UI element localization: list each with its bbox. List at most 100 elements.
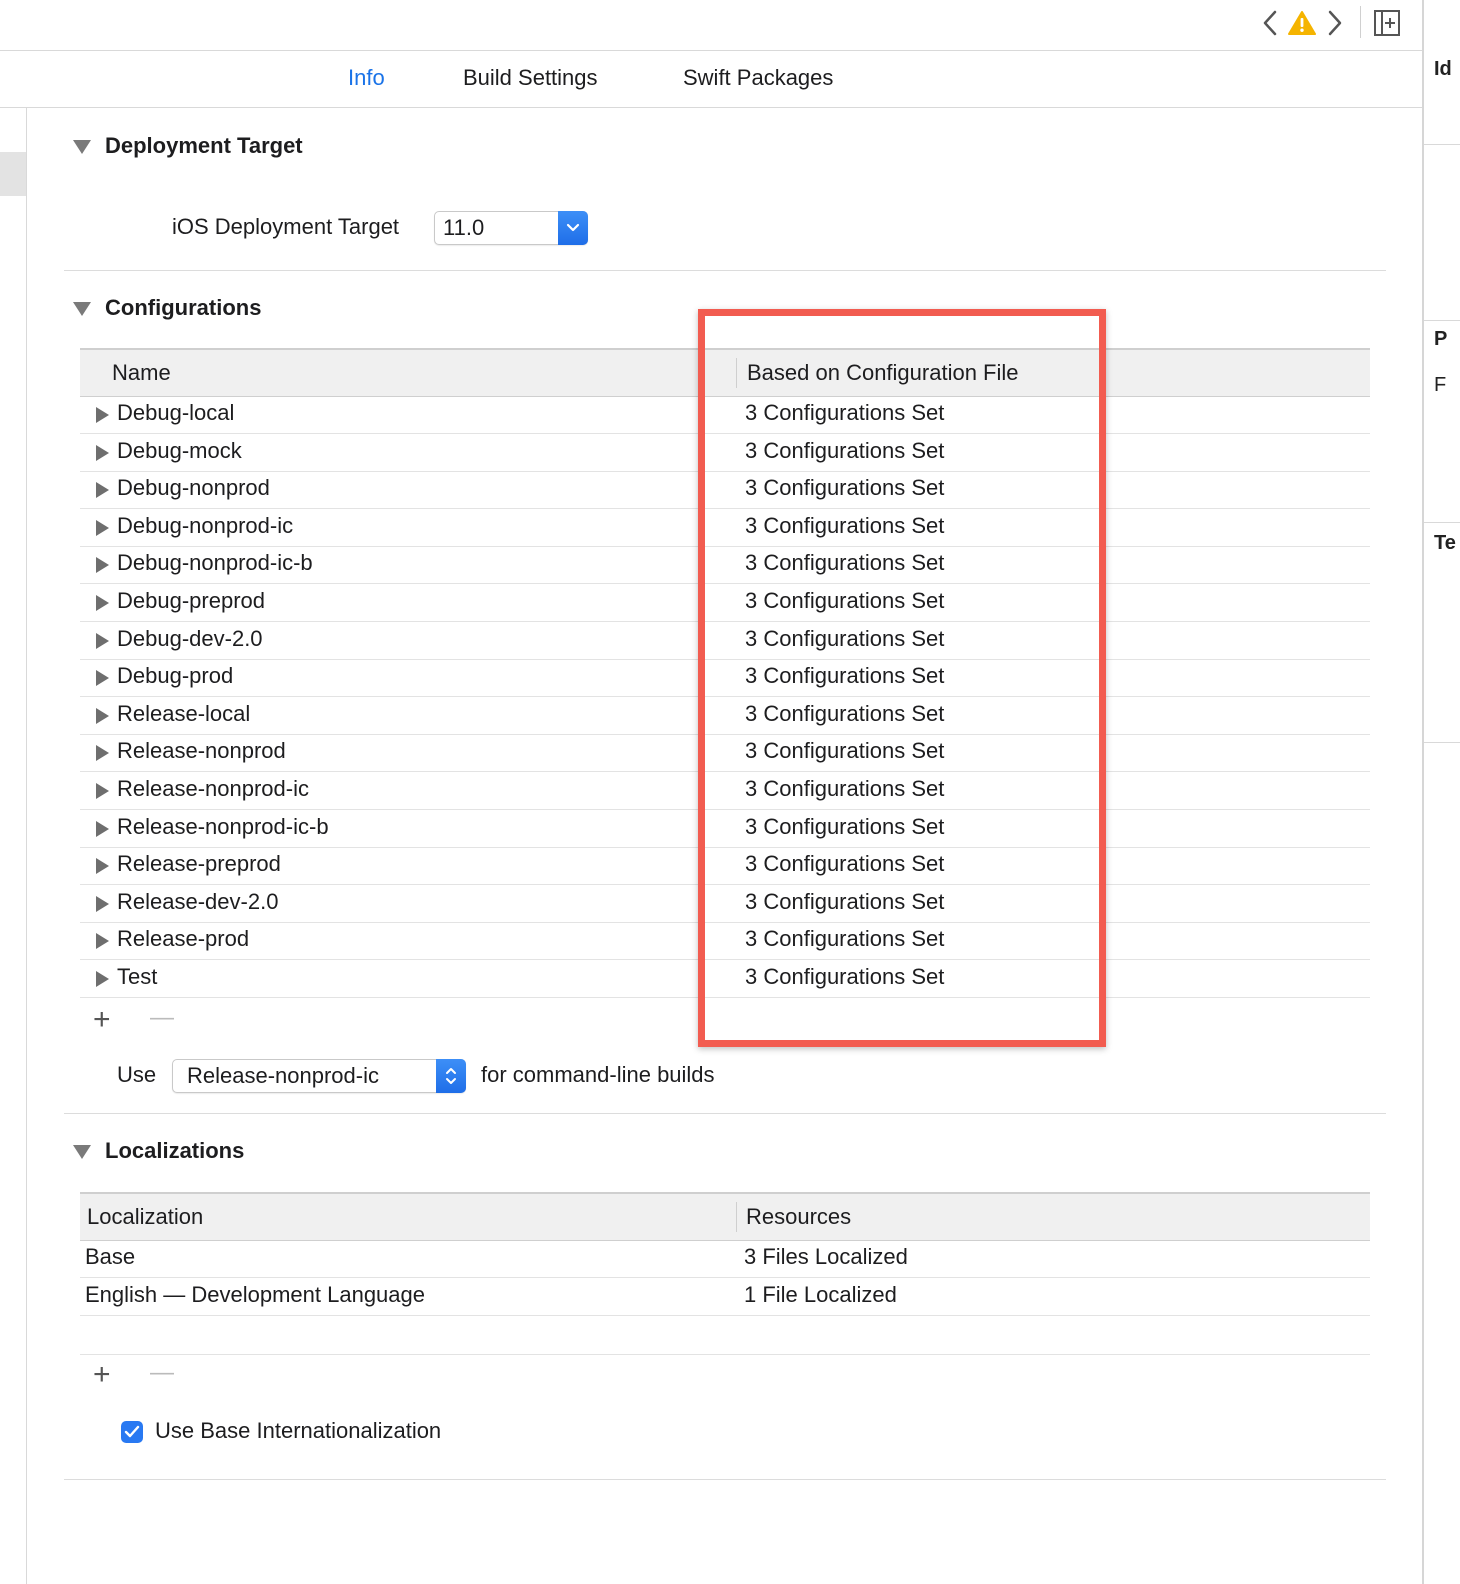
selected-target-item[interactable] (0, 152, 26, 196)
ios-deployment-target-value: 11.0 (443, 215, 485, 240)
configuration-name: Debug-local (117, 400, 235, 425)
configuration-name: Release-dev-2.0 (117, 888, 279, 914)
localization-row[interactable]: English — Development Language 1 File Lo… (80, 1278, 1370, 1316)
inspector-text: F (1434, 374, 1447, 396)
toolbar-divider (1360, 6, 1361, 38)
configuration-file[interactable]: 3 Configurations Set (745, 550, 944, 576)
configuration-row[interactable]: Release-dev-2.0 3 Configurations Set (80, 885, 1370, 923)
disclosure-triangle-icon[interactable] (96, 482, 109, 499)
deployment-disclosure-triangle[interactable] (73, 140, 91, 154)
configuration-row[interactable]: Release-nonprod 3 Configurations Set (80, 734, 1370, 773)
configuration-file[interactable]: 3 Configurations Set (745, 663, 944, 689)
configuration-row[interactable]: Release-nonprod-ic 3 Configurations Set (80, 772, 1370, 810)
localizations-disclosure-triangle[interactable] (73, 1145, 91, 1159)
column-separator (736, 1202, 737, 1232)
disclosure-triangle-icon[interactable] (96, 820, 109, 837)
configuration-row[interactable]: Debug-preprod 3 Configurations Set (80, 584, 1370, 622)
inspector-heading-1: Id (1434, 58, 1452, 80)
command-line-builds-label: for command-line builds (481, 1062, 715, 1087)
tab-swift-packages[interactable]: Swift Packages (683, 65, 833, 91)
column-header-localization[interactable]: Localization (87, 1204, 203, 1230)
configuration-name: Release-local (117, 700, 251, 726)
column-header-name[interactable]: Name (112, 360, 171, 386)
configurations-disclosure-triangle[interactable] (73, 302, 91, 316)
empty-row (80, 1316, 1370, 1355)
configuration-file[interactable]: 3 Configurations Set (745, 776, 944, 802)
configuration-row[interactable]: Debug-nonprod-ic-b 3 Configurations Set (80, 546, 1370, 585)
configuration-file[interactable]: 3 Configurations Set (745, 701, 944, 727)
disclosure-triangle-icon[interactable] (96, 557, 109, 574)
configuration-name: Release-preprod (117, 851, 281, 877)
configuration-name: Debug-mock (117, 437, 242, 463)
configuration-row[interactable]: Release-prod 3 Configurations Set (80, 922, 1370, 961)
add-localization-button[interactable]: + (93, 1360, 111, 1390)
disclosure-triangle-icon[interactable] (96, 407, 109, 423)
configuration-file[interactable]: 3 Configurations Set (745, 814, 944, 840)
add-configuration-button[interactable]: + (93, 1005, 111, 1035)
configuration-name: Release-nonprod (117, 738, 286, 764)
configuration-file[interactable]: 3 Configurations Set (745, 738, 944, 764)
localization-row[interactable]: Base 3 Files Localized (80, 1240, 1370, 1278)
configuration-row[interactable]: Release-preprod 3 Configurations Set (80, 847, 1370, 886)
inspector-panel: Id P F Te (1422, 0, 1460, 1584)
configuration-name: Release-prod (117, 926, 250, 952)
ios-deployment-target-popup[interactable]: 11.0 (434, 211, 588, 245)
add-editor-icon[interactable] (1372, 6, 1402, 40)
configuration-file[interactable]: 3 Configurations Set (745, 964, 944, 990)
disclosure-triangle-icon[interactable] (96, 783, 109, 799)
configuration-file[interactable]: 3 Configurations Set (745, 400, 944, 426)
remove-configuration-button[interactable]: — (150, 1003, 174, 1033)
section-divider (64, 270, 1386, 271)
configuration-row[interactable]: Debug-prod 3 Configurations Set (80, 659, 1370, 698)
disclosure-triangle-icon[interactable] (96, 519, 109, 536)
chevron-right-icon[interactable] (1320, 6, 1350, 40)
disclosure-triangle-icon[interactable] (96, 858, 109, 875)
column-header-config-file[interactable]: Based on Configuration File (747, 360, 1019, 386)
configuration-file[interactable]: 3 Configurations Set (745, 588, 944, 614)
disclosure-triangle-icon[interactable] (96, 632, 109, 649)
configuration-row[interactable]: Debug-nonprod 3 Configurations Set (80, 471, 1370, 510)
remove-localization-button[interactable]: — (150, 1358, 174, 1388)
disclosure-triangle-icon[interactable] (96, 444, 109, 461)
configuration-row[interactable]: Test 3 Configurations Set (80, 960, 1370, 998)
chevron-left-icon[interactable] (1255, 6, 1285, 40)
tab-info[interactable]: Info (348, 65, 385, 91)
use-base-internationalization-checkbox[interactable] (121, 1421, 143, 1443)
localization-name: Base (85, 1244, 136, 1269)
configuration-row[interactable]: Debug-nonprod-ic 3 Configurations Set (80, 509, 1370, 547)
tab-build-settings[interactable]: Build Settings (463, 65, 598, 91)
configuration-file[interactable]: 3 Configurations Set (745, 889, 944, 915)
localizations-section-title: Localizations (105, 1138, 245, 1163)
configuration-file[interactable]: 3 Configurations Set (745, 475, 944, 501)
disclosure-triangle-icon[interactable] (96, 670, 109, 687)
command-line-config-value: Release-nonprod-ic (187, 1063, 379, 1088)
disclosure-triangle-icon[interactable] (96, 933, 109, 950)
configuration-row[interactable]: Debug-dev-2.0 3 Configurations Set (80, 622, 1370, 660)
disclosure-triangle-icon[interactable] (96, 895, 109, 912)
command-line-config-popup[interactable]: Release-nonprod-ic (172, 1059, 466, 1093)
configuration-name: Debug-nonprod-ic-b (117, 550, 313, 576)
configuration-row[interactable]: Debug-local 3 Configurations Set (80, 396, 1370, 434)
inspector-divider (1424, 522, 1460, 523)
section-divider (64, 1113, 1386, 1114)
column-header-resources[interactable]: Resources (746, 1204, 851, 1230)
target-list-sidebar (0, 108, 27, 1584)
configurations-table: Name Based on Configuration File Debug-l… (80, 348, 1370, 1002)
localization-resources: 1 File Localized (744, 1282, 897, 1307)
configuration-name: Debug-dev-2.0 (117, 625, 263, 651)
warning-icon[interactable] (1287, 6, 1317, 40)
configuration-file[interactable]: 3 Configurations Set (745, 926, 944, 952)
inspector-divider (1424, 742, 1460, 743)
configuration-row[interactable]: Debug-mock 3 Configurations Set (80, 434, 1370, 472)
disclosure-triangle-icon[interactable] (96, 707, 109, 724)
configuration-file[interactable]: 3 Configurations Set (745, 626, 944, 652)
disclosure-triangle-icon[interactable] (96, 971, 109, 987)
configuration-file[interactable]: 3 Configurations Set (745, 513, 944, 539)
chevron-down-icon (558, 211, 588, 245)
disclosure-triangle-icon[interactable] (96, 745, 109, 762)
configuration-file[interactable]: 3 Configurations Set (745, 438, 944, 464)
configuration-file[interactable]: 3 Configurations Set (745, 851, 944, 877)
configuration-row[interactable]: Release-nonprod-ic-b 3 Configurations Set (80, 810, 1370, 848)
disclosure-triangle-icon[interactable] (96, 595, 109, 611)
configuration-row[interactable]: Release-local 3 Configurations Set (80, 697, 1370, 735)
